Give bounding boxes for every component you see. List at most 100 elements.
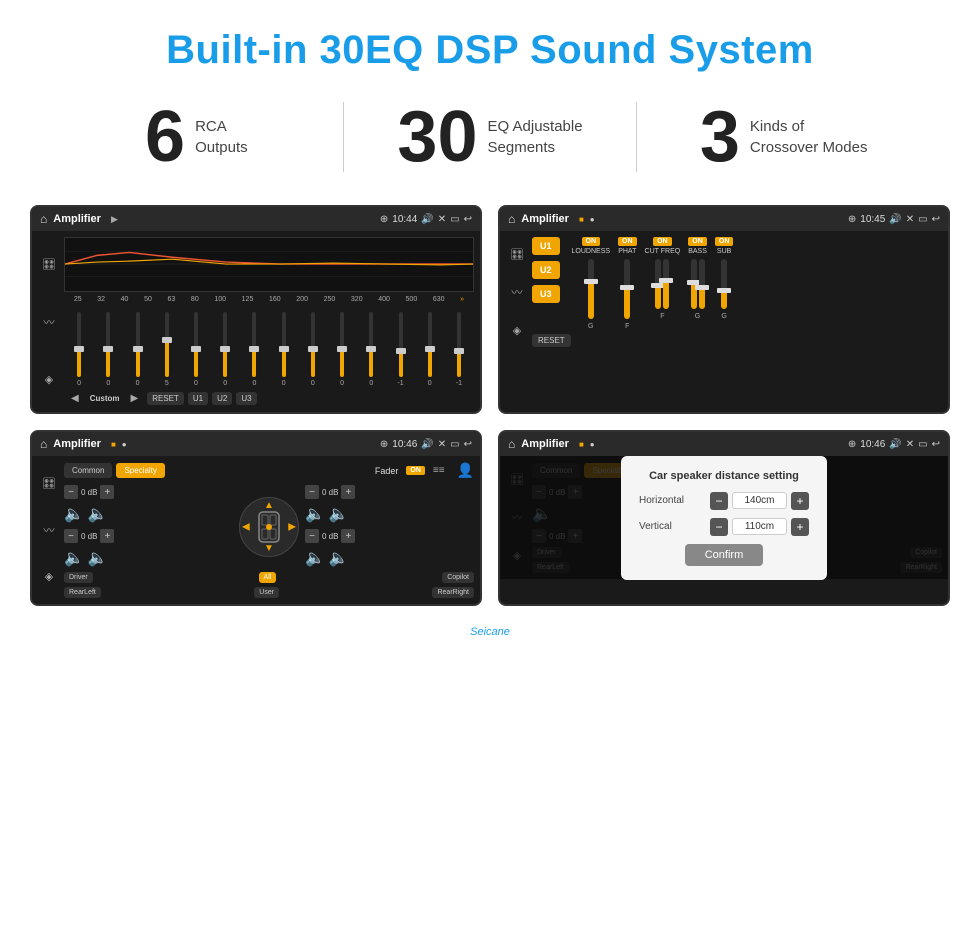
vertical-plus-btn[interactable]: +: [791, 518, 809, 536]
slider-track-12[interactable]: [428, 312, 432, 377]
slider-track-5[interactable]: [223, 312, 227, 377]
reset-button-eq1[interactable]: RESET: [147, 392, 184, 405]
tab-specialty[interactable]: Specialty: [116, 463, 164, 478]
arrow-up-icon: ▲: [264, 500, 274, 511]
slider-track-11[interactable]: [399, 312, 403, 377]
close-icon-3[interactable]: ✕: [438, 439, 446, 450]
fader-minus-2[interactable]: −: [305, 485, 319, 499]
home-icon-3[interactable]: ⌂: [40, 437, 47, 451]
all-button[interactable]: All: [259, 572, 277, 583]
slider-track-3[interactable]: [165, 312, 169, 377]
prev-button[interactable]: ◀: [66, 391, 84, 406]
fader-nav-icon-3[interactable]: ◈: [45, 570, 53, 583]
fader-plus-1[interactable]: +: [100, 529, 114, 543]
amp-nav-icon-1[interactable]: 🎛: [510, 248, 524, 261]
fader-plus-0[interactable]: +: [100, 485, 114, 499]
bass-slider-1[interactable]: [691, 259, 697, 309]
fader-plus-3[interactable]: +: [341, 529, 355, 543]
volume-icon-3[interactable]: 🔊: [421, 439, 433, 450]
slider-track-8[interactable]: [311, 312, 315, 377]
u2-button-eq1[interactable]: U2: [212, 392, 232, 405]
loudness-label: LOUDNESS: [572, 248, 611, 255]
slider-track-9[interactable]: [340, 312, 344, 377]
u1-button-eq1[interactable]: U1: [188, 392, 208, 405]
home-icon[interactable]: ⌂: [40, 212, 47, 226]
fader-lines-icon: ≡≡: [433, 465, 445, 476]
eq-nav-icon-2[interactable]: 〰: [44, 314, 55, 330]
topbar-time-fader1: 10:46: [392, 439, 417, 450]
u3-button-eq1[interactable]: U3: [236, 392, 256, 405]
phat-on-badge[interactable]: ON: [618, 237, 637, 246]
back-icon-3[interactable]: ↩: [464, 439, 472, 450]
fader-speaker-row-right-top: 🔈 🔈: [305, 504, 474, 524]
fader-plus-2[interactable]: +: [341, 485, 355, 499]
fader-minus-0[interactable]: −: [64, 485, 78, 499]
back-icon[interactable]: ↩: [464, 214, 472, 225]
fader-on-badge[interactable]: ON: [406, 466, 425, 475]
bass-on-badge[interactable]: ON: [688, 237, 707, 246]
slider-track-0[interactable]: [77, 312, 81, 377]
close-icon-4[interactable]: ✕: [906, 439, 914, 450]
slider-track-2[interactable]: [136, 312, 140, 377]
vertical-minus-btn[interactable]: −: [710, 518, 728, 536]
fader-nav-icon-2[interactable]: 〰: [44, 522, 55, 538]
cutfreq-on-badge[interactable]: ON: [653, 237, 672, 246]
loudness-on-badge[interactable]: ON: [582, 237, 601, 246]
sub-on-badge[interactable]: ON: [715, 237, 734, 246]
close-icon-2[interactable]: ✕: [906, 214, 914, 225]
minimize-icon-3[interactable]: ▭: [450, 439, 459, 450]
driver-button[interactable]: Driver: [64, 572, 93, 583]
horizontal-minus-btn[interactable]: −: [710, 492, 728, 510]
amp-nav-icon-3[interactable]: ◈: [513, 324, 521, 337]
u3-button[interactable]: U3: [532, 285, 560, 303]
play-icon[interactable]: ▶: [111, 214, 118, 225]
eq-nav-icon-1[interactable]: 🎛: [42, 258, 56, 271]
minimize-icon[interactable]: ▭: [450, 214, 459, 225]
volume-icon-4[interactable]: 🔊: [889, 439, 901, 450]
fader-joystick[interactable]: ▲ ▼ ◀ ▶: [239, 497, 299, 557]
fader-minus-3[interactable]: −: [305, 529, 319, 543]
slider-track-13[interactable]: [457, 312, 461, 377]
slider-track-7[interactable]: [282, 312, 286, 377]
home-icon-4[interactable]: ⌂: [508, 437, 515, 451]
minimize-icon-2[interactable]: ▭: [918, 214, 927, 225]
volume-icon-2[interactable]: 🔊: [889, 214, 901, 225]
minimize-icon-4[interactable]: ▭: [918, 439, 927, 450]
volume-icon[interactable]: 🔊: [421, 214, 433, 225]
cutfreq-slider-1[interactable]: [655, 259, 661, 309]
u2-button[interactable]: U2: [532, 261, 560, 279]
slider-track-4[interactable]: [194, 312, 198, 377]
u1-button[interactable]: U1: [532, 237, 560, 255]
copilot-button[interactable]: Copilot: [442, 572, 474, 583]
home-icon-2[interactable]: ⌂: [508, 212, 515, 226]
slider-track-1[interactable]: [106, 312, 110, 377]
amp-nav-icon-2[interactable]: 〰: [512, 284, 523, 300]
rearright-button[interactable]: RearRight: [432, 587, 474, 598]
page-title: Built-in 30EQ DSP Sound System: [0, 0, 980, 91]
back-icon-4[interactable]: ↩: [932, 439, 940, 450]
slider-track-6[interactable]: [252, 312, 256, 377]
back-icon-2[interactable]: ↩: [932, 214, 940, 225]
fader-minus-1[interactable]: −: [64, 529, 78, 543]
loudness-slider[interactable]: [588, 259, 594, 319]
screens-grid: ⌂ Amplifier ▶ ⊕ 10:44 🔊 ✕ ▭ ↩ 🎛 〰 ◈: [0, 195, 980, 626]
eq-bottom-bar: ◀ Custom ▶ RESET U1 U2 U3: [64, 391, 474, 406]
next-button[interactable]: ▶: [125, 391, 143, 406]
bass-slider-2[interactable]: [699, 259, 705, 309]
close-icon[interactable]: ✕: [438, 214, 446, 225]
sub-slider[interactable]: [721, 259, 727, 309]
user-button[interactable]: User: [254, 587, 279, 598]
channel-loudness: ON LOUDNESS G: [572, 237, 611, 330]
rearleft-button[interactable]: RearLeft: [64, 587, 101, 598]
cutfreq-slider-2[interactable]: [663, 259, 669, 309]
horizontal-plus-btn[interactable]: +: [791, 492, 809, 510]
phat-slider[interactable]: [624, 259, 630, 319]
eq-nav-icon-3[interactable]: ◈: [45, 373, 53, 386]
slider-track-10[interactable]: [369, 312, 373, 377]
fader-nav-icon-1[interactable]: 🎛: [42, 477, 56, 490]
speaker-icon-rb2: 🔈: [329, 548, 349, 568]
tab-common[interactable]: Common: [64, 463, 112, 478]
channel-sub: ON SUB G: [715, 237, 734, 330]
confirm-button[interactable]: Confirm: [685, 544, 764, 566]
reset-button-eq2[interactable]: RESET: [532, 334, 571, 347]
